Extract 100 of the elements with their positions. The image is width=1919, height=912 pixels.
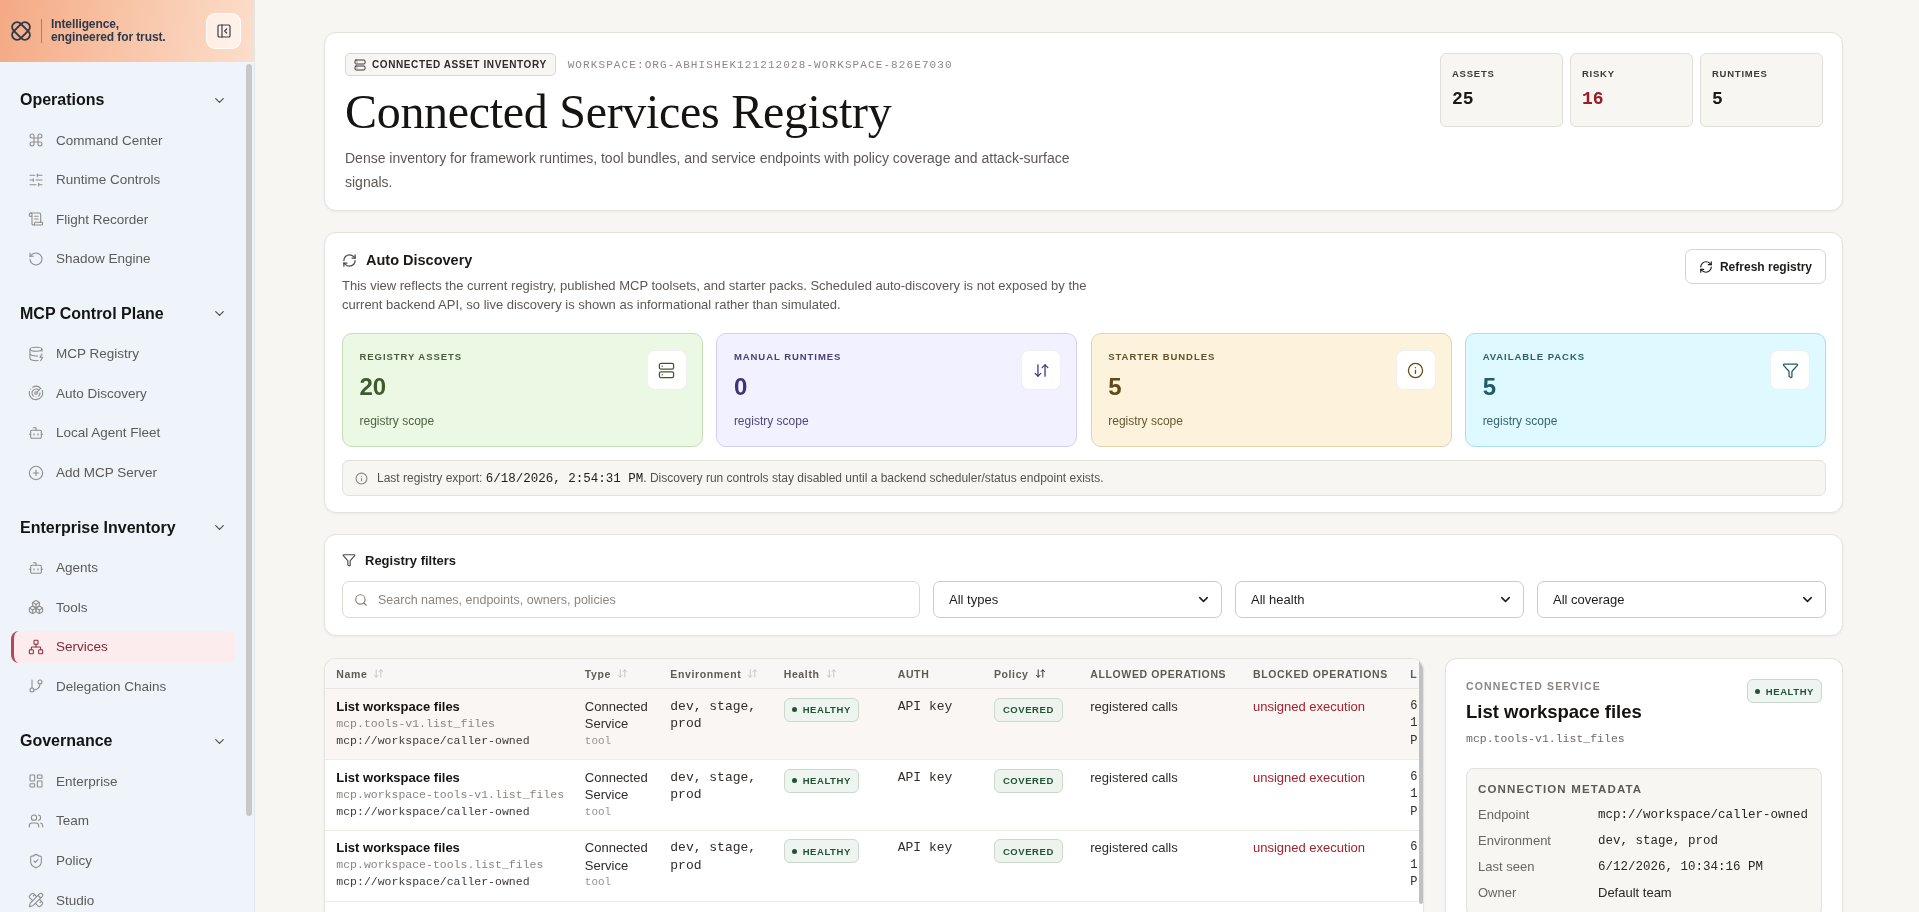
table-cell-text: dev, stage, prod <box>670 839 758 875</box>
metadata-label: Endpoint <box>1478 805 1531 824</box>
inventory-label: CONNECTED ASSET INVENTORY <box>372 59 547 70</box>
service-identifier: mcp.workspace-tools.list_files <box>336 857 544 874</box>
column-header[interactable]: Policy <box>993 667 1091 680</box>
status-dot-icon <box>791 848 797 854</box>
filter-dropdown[interactable]: All coverage <box>1537 581 1826 619</box>
health-status: HEALTHY <box>802 704 851 716</box>
shield-check-icon <box>28 852 44 869</box>
metric-value: 20 <box>359 372 388 401</box>
nav-item[interactable]: Auto Discovery <box>11 377 235 410</box>
column-header[interactable]: Type <box>584 667 671 680</box>
stat-value: 16 <box>1582 89 1605 109</box>
metric-caption: registry scope <box>1482 412 1559 429</box>
metadata-value: 6/12/2026, 10:34:16 PM <box>1598 858 1765 876</box>
server-icon <box>354 58 366 71</box>
nav-item[interactable]: Flight Recorder <box>11 203 235 236</box>
table-cell-text: 6 1 P <box>1410 697 1419 750</box>
table-cell-text: registered calls <box>1090 768 1179 787</box>
column-header[interactable]: Health <box>783 667 898 680</box>
filter-icon <box>342 553 356 568</box>
collapse-sidebar-button[interactable] <box>206 13 241 49</box>
nav-item[interactable]: Services <box>11 630 235 663</box>
nav-item[interactable]: Team <box>11 804 235 837</box>
metadata-value: dev, stage, prod <box>1598 832 1720 850</box>
database-icon <box>28 345 44 362</box>
detail-identifier: mcp.tools-v1.list_files <box>1466 730 1626 747</box>
metric-value: 0 <box>733 372 749 401</box>
search-field[interactable]: Search names, endpoints, owners, policies <box>342 581 920 619</box>
stat-label: RISKY <box>1582 68 1616 79</box>
brand-tagline: Intelligence, engineered for trust. <box>51 18 167 44</box>
table-cell-text: dev, stage, prod <box>670 697 758 733</box>
service-endpoint: mcp://workspace/caller-owned <box>336 874 530 891</box>
health-status: HEALTHY <box>802 845 851 857</box>
table-cell-text: Connected Service <box>584 768 649 804</box>
table-cell-text: API key <box>897 768 954 787</box>
info-icon <box>355 471 368 485</box>
refresh-registry-button[interactable]: Refresh registry <box>1684 249 1826 284</box>
service-name: List workspace files <box>336 697 460 715</box>
detail-eyebrow: CONNECTED SERVICE <box>1466 679 1602 694</box>
nav-item[interactable]: Command Center <box>11 124 235 156</box>
rotate-arrow-icon <box>28 250 44 267</box>
nav-item[interactable]: Shadow Engine <box>11 242 235 275</box>
policy-status: COVERED <box>993 768 1063 793</box>
column-header[interactable]: Environment <box>670 667 784 680</box>
nav-item[interactable]: Local Agent Fleet <box>11 416 235 449</box>
nav-item[interactable]: Policy <box>11 844 235 877</box>
search-icon <box>354 592 368 607</box>
column-header[interactable]: Name <box>336 667 585 680</box>
filter-dropdown[interactable]: All health <box>1235 581 1524 619</box>
robot-icon <box>28 424 44 441</box>
table-cell-text: registered calls <box>1090 839 1179 857</box>
table-cell-text: unsigned execution <box>1252 697 1366 716</box>
table-cell-text: registered calls <box>1090 697 1179 716</box>
logo-icon <box>10 20 32 42</box>
section-header[interactable]: Governance <box>0 729 254 754</box>
nav-item[interactable]: Studio <box>11 884 235 912</box>
nav-item[interactable]: Enterprise <box>11 765 235 798</box>
type-detail: tool <box>584 733 612 749</box>
metadata-label: Last seen <box>1478 857 1536 876</box>
metric-caption: registry scope <box>1108 412 1184 429</box>
service-endpoint: mcp://workspace/caller-owned <box>336 803 530 820</box>
table-cell-text: API key <box>897 697 954 716</box>
command-icon <box>28 132 44 148</box>
section-header[interactable]: MCP Control Plane <box>0 301 254 326</box>
export-notice: Last registry export: 6/18/2026, 2:54:31 PM. Discovery run controls stay disabled until a backend scheduler/status endpoint exists. <box>377 470 1104 486</box>
nav-item[interactable]: Add MCP Server <box>11 456 235 489</box>
dashboard-icon <box>28 773 44 790</box>
nav-item[interactable]: Agents <box>11 551 235 584</box>
metric-caption: registry scope <box>733 412 810 429</box>
filter-icon <box>1770 350 1810 390</box>
filter-dropdown[interactable]: All types <box>933 581 1222 619</box>
status-dot-icon <box>1754 688 1760 694</box>
nav-item[interactable]: Delegation Chains <box>11 670 235 703</box>
radar-icon <box>28 385 44 402</box>
service-name: List workspace files <box>336 839 460 857</box>
robot-icon <box>28 559 44 576</box>
page-title: Connected Services Registry <box>345 85 893 139</box>
health-status: HEALTHY <box>802 775 851 787</box>
metric-label: REGISTRY ASSETS <box>359 350 463 363</box>
nav-item[interactable]: Runtime Controls <box>11 163 235 196</box>
service-identifier: mcp.workspace-tools-v1.list_files <box>336 786 565 803</box>
metric-value: 5 <box>1108 372 1123 401</box>
section-description: This view reflects the current registry, published MCP toolsets, and starter packs. Scheduled auto-discovery is not exposed by the current backend API, so live discovery is shown as informational rather than simulated. <box>342 277 1088 314</box>
nav-item[interactable]: Tools <box>11 591 235 624</box>
nav-item[interactable]: MCP Registry <box>11 337 235 370</box>
section-header[interactable]: Operations <box>0 88 254 112</box>
table-cell-text: API key <box>897 839 954 857</box>
users-icon <box>28 812 44 829</box>
metadata-title: CONNECTION METADATA <box>1478 781 1644 797</box>
status-dot-icon <box>791 707 797 713</box>
metadata-value: Default team <box>1598 883 1673 902</box>
refresh-icon <box>342 252 357 268</box>
section-title: Auto Discovery <box>366 252 473 268</box>
section-header[interactable]: Enterprise Inventory <box>0 515 254 540</box>
scrollbar-thumb[interactable] <box>246 64 252 816</box>
metadata-label: Owner <box>1478 883 1518 902</box>
pencil-ruler-icon <box>28 892 44 909</box>
scrollbar-thumb[interactable] <box>1419 660 1423 905</box>
stat-value: 5 <box>1712 89 1724 109</box>
